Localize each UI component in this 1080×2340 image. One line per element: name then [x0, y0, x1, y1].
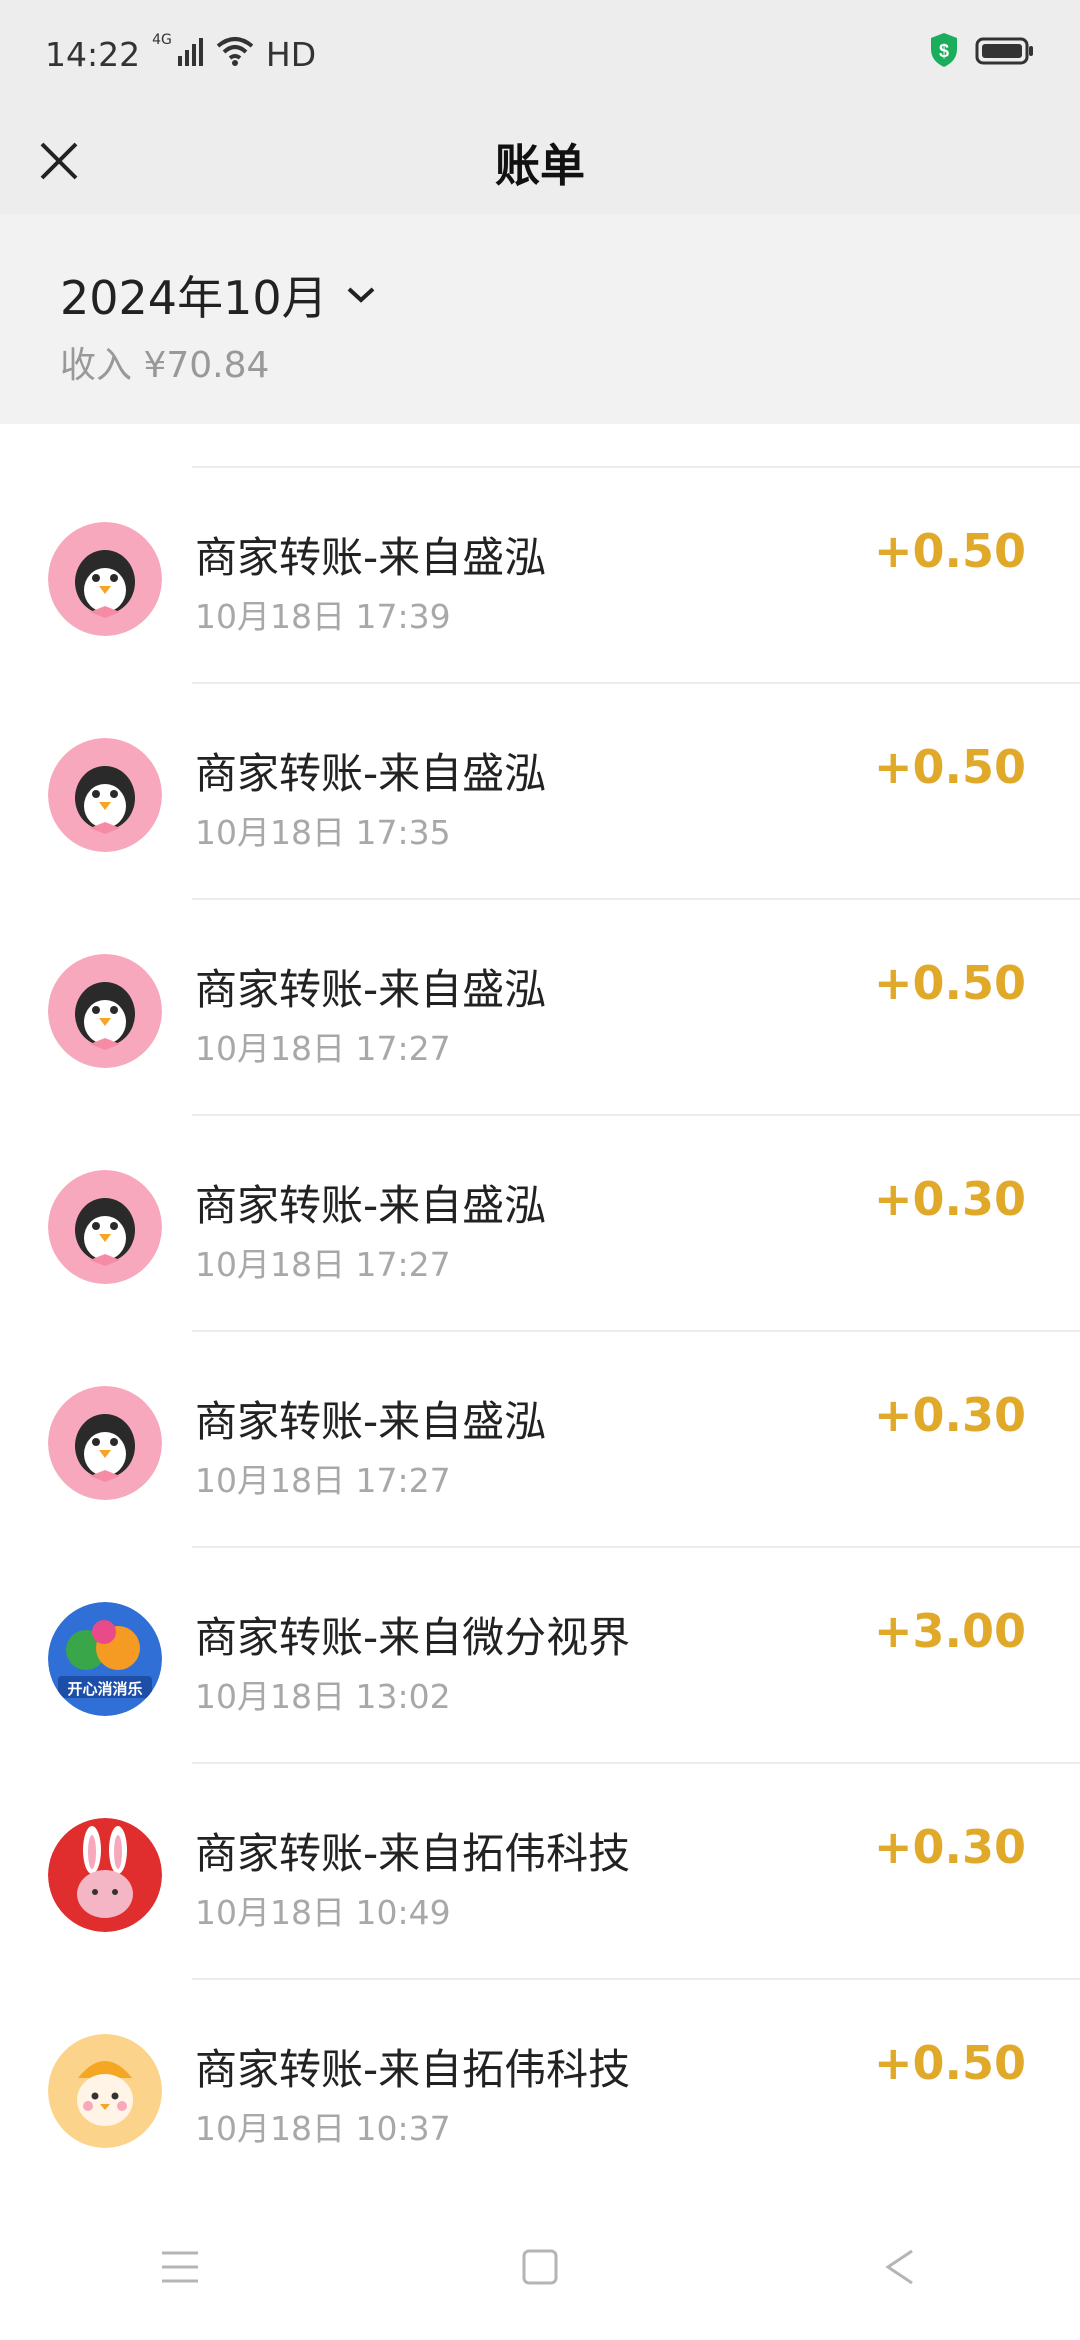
menu-icon: [162, 2251, 198, 2283]
transaction-amount: +0.50: [873, 956, 1026, 1010]
home-icon: [522, 2249, 558, 2285]
transaction-time: 10月18日 17:35: [195, 813, 451, 852]
rabbit-avatar: [48, 1818, 162, 1932]
signal-icon: [177, 35, 204, 74]
income-total: 收入 ¥70.84: [60, 345, 270, 386]
transaction-time: 10月18日 17:27: [195, 1245, 451, 1284]
transaction-title: 商家转账-来自盛泓: [195, 965, 547, 1014]
chevron-down-icon: [347, 287, 374, 303]
transaction-time: 10月18日 17:27: [195, 1461, 451, 1500]
hd-label: HD: [265, 34, 317, 74]
transaction-title: 商家转账-来自拓伟科技: [195, 1829, 631, 1878]
nav-bar: 账单: [0, 108, 1080, 214]
transaction-title: 商家转账-来自盛泓: [195, 1397, 547, 1446]
close-button[interactable]: [30, 132, 88, 190]
status-time: 14:22: [45, 34, 141, 74]
penguin-avatar: [48, 522, 162, 636]
page-title: 账单: [494, 138, 585, 192]
svg-text:$: $: [939, 41, 949, 61]
network-type-label: 4G: [152, 32, 172, 48]
transaction-row[interactable]: 商家转账-来自盛泓 10月18日 17:27 +0.30: [0, 1332, 1080, 1548]
transaction-row[interactable]: 商家转账-来自盛泓 10月18日 17:27 +0.50: [0, 900, 1080, 1116]
status-bar: 14:22 4G HD $: [0, 0, 1080, 108]
back-icon: [885, 2249, 913, 2285]
system-nav-bar: [0, 2194, 1080, 2340]
transaction-title: 商家转账-来自微分视界: [195, 1613, 631, 1662]
chick-avatar: [48, 2034, 162, 2148]
menu-button[interactable]: [100, 2227, 260, 2307]
transaction-amount: +0.30: [873, 1172, 1026, 1226]
avatar-caption: 开心消消乐: [67, 1680, 143, 1698]
fruit-game-avatar: 开心消消乐: [48, 1602, 162, 1716]
transaction-row[interactable]: 开心消消乐 商家转账-来自微分视界 10月18日 13:02 +3.00: [0, 1548, 1080, 1764]
transaction-row[interactable]: 商家转账-来自盛泓 10月18日 17:27 +0.30: [0, 1116, 1080, 1332]
transaction-title: 商家转账-来自盛泓: [195, 533, 547, 582]
transaction-title: 商家转账-来自拓伟科技: [195, 2045, 631, 2094]
transaction-amount: +0.50: [873, 524, 1026, 578]
transaction-title: 商家转账-来自盛泓: [195, 1181, 547, 1230]
close-icon: [40, 142, 78, 180]
transaction-amount: +0.30: [873, 1388, 1026, 1442]
wifi-icon: [216, 35, 254, 74]
transaction-amount: +0.50: [873, 2036, 1026, 2090]
transaction-amount: +0.30: [873, 1820, 1026, 1874]
penguin-avatar: [48, 1386, 162, 1500]
back-button[interactable]: [820, 2227, 980, 2307]
month-label: 2024年10月: [60, 271, 328, 325]
transaction-list: 商家转账-来自盛泓 10月18日 17:39 +0.50 商家转账-来自盛泓 1…: [0, 424, 1080, 2194]
transaction-time: 10月18日 17:39: [195, 597, 451, 636]
penguin-avatar: [48, 738, 162, 852]
status-right: $: [929, 32, 1035, 76]
transaction-time: 10月18日 10:49: [195, 1893, 451, 1932]
battery-icon: [975, 35, 1035, 74]
month-selector[interactable]: 2024年10月: [60, 262, 376, 328]
penguin-avatar: [48, 954, 162, 1068]
transaction-time: 10月18日 10:37: [195, 2109, 451, 2148]
transaction-time: 10月18日 17:27: [195, 1029, 451, 1068]
home-button[interactable]: [460, 2227, 620, 2307]
transaction-row[interactable]: 商家转账-来自盛泓 10月18日 17:39 +0.50: [0, 468, 1080, 684]
transaction-time: 10月18日 13:02: [195, 1677, 451, 1716]
transaction-row[interactable]: 商家转账-来自盛泓 10月18日 17:35 +0.50: [0, 684, 1080, 900]
transaction-amount: +3.00: [873, 1604, 1026, 1658]
month-summary: 2024年10月 收入 ¥70.84: [0, 214, 1080, 424]
penguin-avatar: [48, 1170, 162, 1284]
shield-dollar-icon: $: [929, 32, 959, 76]
transaction-row[interactable]: 商家转账-来自拓伟科技 10月18日 10:49 +0.30: [0, 1764, 1080, 1980]
status-left: 14:22 4G HD: [45, 32, 317, 74]
transaction-title: 商家转账-来自盛泓: [195, 749, 547, 798]
transaction-amount: +0.50: [873, 740, 1026, 794]
transaction-row[interactable]: 商家转账-来自拓伟科技 10月18日 10:37 +0.50: [0, 1980, 1080, 2194]
